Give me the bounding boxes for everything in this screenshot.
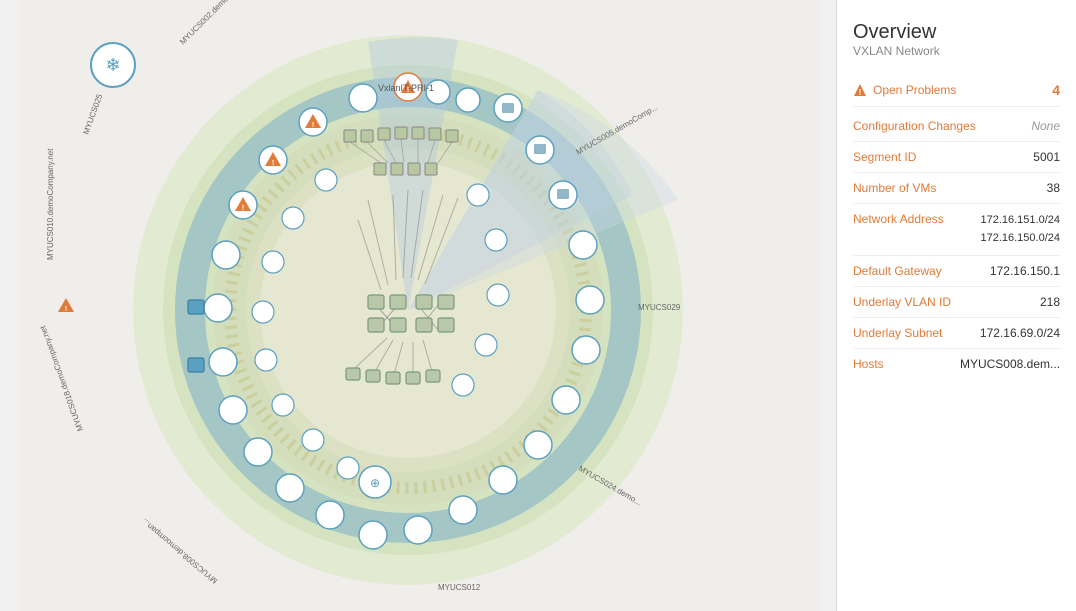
network-address-label: Network Address [853, 212, 953, 226]
svg-text:MYUCS010.demoCompany.net: MYUCS010.demoCompany.net [46, 148, 55, 260]
svg-text:MYUCS012: MYUCS012 [438, 583, 481, 592]
overview-subtitle: VXLAN Network [853, 44, 1060, 58]
network-address-row: Network Address 172.16.151.0/24172.16.15… [853, 204, 1060, 256]
svg-text:!: ! [272, 160, 274, 167]
underlay-vlan-label: Underlay VLAN ID [853, 295, 953, 309]
svg-text:!: ! [312, 122, 314, 129]
underlay-subnet-value: 172.16.69.0/24 [980, 326, 1060, 340]
hosts-value: MYUCS008.dem... [960, 357, 1060, 371]
underlay-vlan-row: Underlay VLAN ID 218 [853, 287, 1060, 318]
num-vms-row: Number of VMs 38 [853, 173, 1060, 204]
default-gateway-value: 172.16.150.1 [990, 264, 1060, 278]
config-changes-label: Configuration Changes [853, 119, 976, 133]
default-gateway-label: Default Gateway [853, 264, 953, 278]
svg-text:!: ! [859, 88, 862, 97]
segment-id-label: Segment ID [853, 150, 953, 164]
underlay-subnet-row: Underlay Subnet 172.16.69.0/24 [853, 318, 1060, 349]
svg-text:MYUCS029: MYUCS029 [638, 303, 681, 312]
svg-text:!: ! [65, 306, 67, 313]
svg-text:VxlanIT-PRI-1: VxlanIT-PRI-1 [378, 83, 434, 93]
overview-panel: Overview VXLAN Network ! Open Problems 4… [836, 0, 1076, 611]
network-address-value: 172.16.151.0/24172.16.150.0/24 [980, 212, 1060, 247]
default-gateway-row: Default Gateway 172.16.150.1 [853, 256, 1060, 287]
underlay-subnet-label: Underlay Subnet [853, 326, 953, 340]
open-problems-label: ! Open Problems [853, 83, 956, 97]
network-diagram: ! ! ! ! ! ❄ [0, 0, 836, 611]
svg-text:❄: ❄ [105, 55, 120, 75]
warning-icon: ! [853, 83, 867, 97]
num-vms-label: Number of VMs [853, 181, 953, 195]
segment-id-row: Segment ID 5001 [853, 142, 1060, 173]
num-vms-value: 38 [1047, 181, 1060, 195]
overview-title: Overview [853, 20, 1060, 44]
segment-id-value: 5001 [1033, 150, 1060, 164]
config-changes-row: Configuration Changes None [853, 111, 1060, 142]
open-problems-row[interactable]: ! Open Problems 4 [853, 74, 1060, 107]
hosts-row: Hosts MYUCS008.dem... [853, 349, 1060, 379]
svg-text:!: ! [242, 205, 244, 212]
open-problems-count: 4 [1052, 82, 1060, 98]
underlay-vlan-value: 218 [1040, 295, 1060, 309]
config-changes-value: None [1031, 119, 1060, 133]
svg-text:⊕: ⊕ [370, 476, 380, 490]
hosts-label: Hosts [853, 357, 953, 371]
